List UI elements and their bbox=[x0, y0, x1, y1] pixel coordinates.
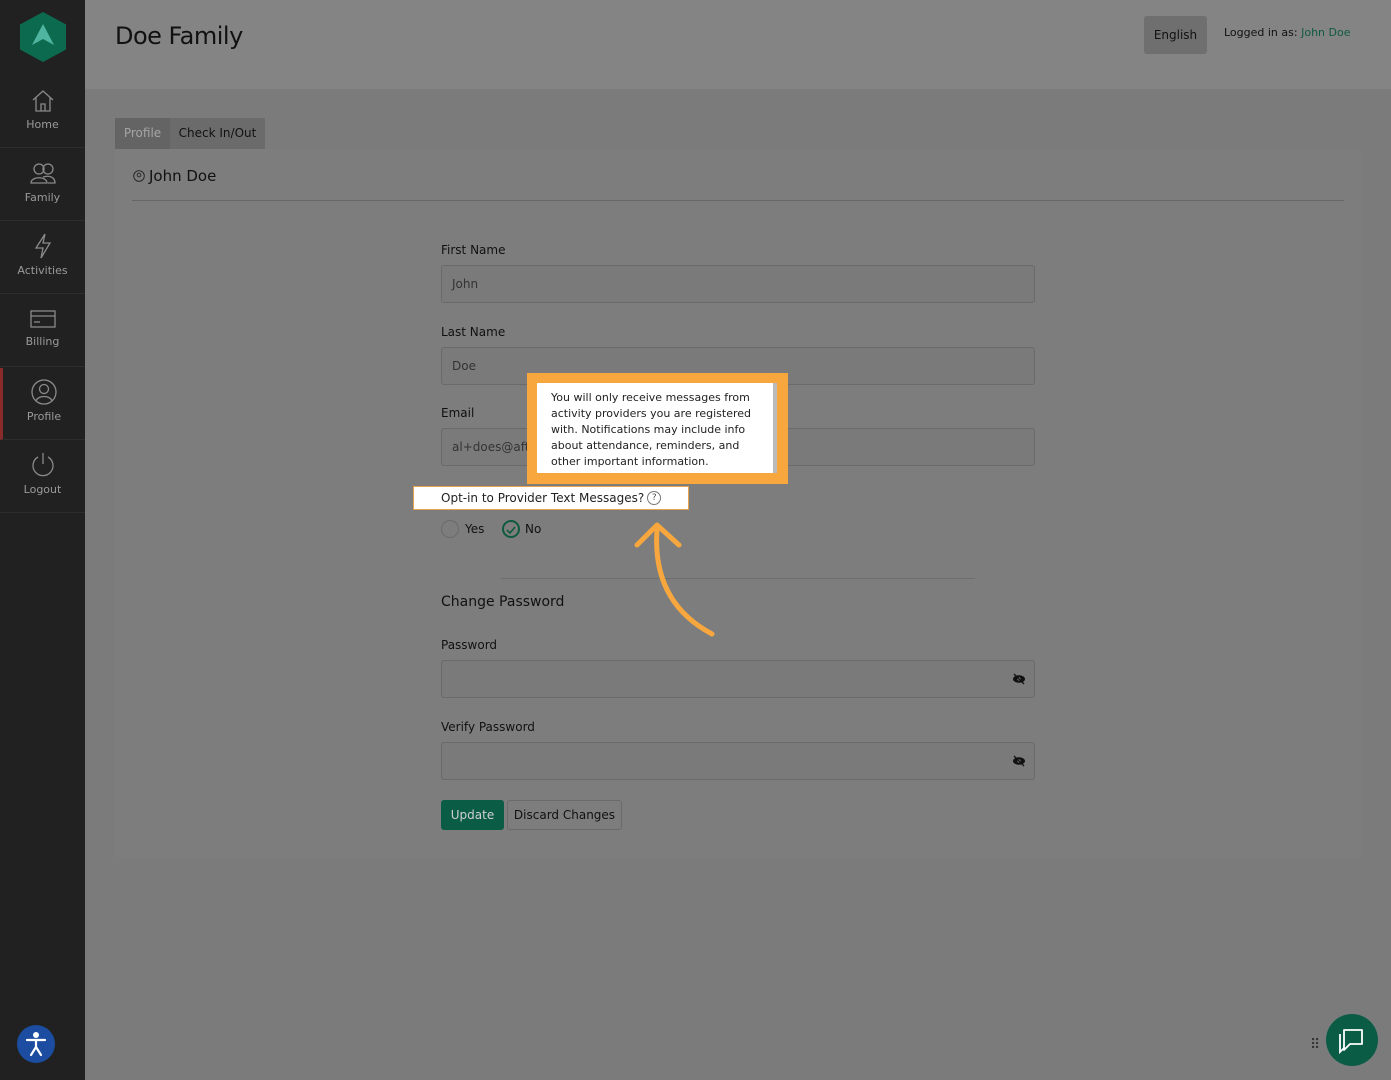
email-label: Email bbox=[441, 406, 475, 420]
nav-profile-label: Profile bbox=[26, 410, 62, 423]
nav-billing-label: Billing bbox=[25, 335, 60, 348]
lightning-icon bbox=[34, 233, 51, 259]
eye-slash-icon[interactable] bbox=[1012, 755, 1026, 767]
annotation-arrow-icon bbox=[634, 522, 715, 637]
logged-in-prefix: Logged in as: bbox=[1224, 26, 1298, 39]
password-field[interactable] bbox=[441, 660, 1035, 698]
nav-family-label: Family bbox=[24, 191, 61, 204]
nav-logout[interactable]: Logout bbox=[0, 441, 85, 513]
chat-icon bbox=[1339, 1029, 1363, 1055]
opt-in-label-highlight: Opt-in to Provider Text Messages?? bbox=[413, 486, 689, 510]
profile-card: John Doe First Name John Last Name Doe E… bbox=[115, 149, 1361, 857]
verify-password-label: Verify Password bbox=[441, 720, 535, 734]
check-icon bbox=[506, 526, 516, 535]
family-icon bbox=[29, 163, 56, 184]
opt-in-yes-label: Yes bbox=[465, 522, 485, 536]
opt-in-no-radio[interactable] bbox=[502, 520, 520, 538]
first-name-field[interactable]: John bbox=[441, 265, 1035, 303]
tab-check-in-out[interactable]: Check In/Out bbox=[170, 118, 265, 149]
nav-family[interactable]: Family bbox=[0, 149, 85, 221]
app-logo-icon[interactable] bbox=[20, 12, 66, 62]
sidebar: Home Family Activities Billing Profile L… bbox=[0, 0, 85, 1080]
page-header: Doe Family English Logged in as: John Do… bbox=[85, 0, 1391, 89]
eye-slash-icon[interactable] bbox=[1012, 673, 1026, 685]
password-label: Password bbox=[441, 638, 498, 652]
first-name-label: First Name bbox=[441, 243, 506, 257]
chat-button[interactable] bbox=[1326, 1014, 1378, 1066]
change-password-title: Change Password bbox=[441, 594, 565, 610]
tab-profile[interactable]: Profile bbox=[115, 118, 170, 149]
logged-in-status: Logged in as: John Doe bbox=[1224, 26, 1350, 39]
nav-activities-label: Activities bbox=[17, 264, 68, 277]
credit-card-icon bbox=[29, 310, 56, 328]
nav-profile[interactable]: Profile bbox=[0, 368, 85, 440]
accessibility-icon bbox=[25, 1032, 47, 1057]
power-icon bbox=[31, 453, 54, 477]
nav-billing[interactable]: Billing bbox=[0, 295, 85, 367]
section-divider bbox=[501, 578, 975, 579]
page-title: Doe Family bbox=[115, 22, 243, 50]
drag-handle-icon[interactable]: ⠿ bbox=[1310, 1037, 1320, 1053]
card-title: John Doe bbox=[133, 167, 216, 185]
tooltip: You will only receive messages from acti… bbox=[537, 383, 777, 473]
home-icon bbox=[32, 90, 53, 112]
discard-changes-button[interactable]: Discard Changes bbox=[507, 800, 622, 830]
user-circle-icon bbox=[31, 379, 57, 405]
opt-in-yes-radio[interactable] bbox=[441, 520, 459, 538]
opt-in-label: Opt-in to Provider Text Messages? bbox=[441, 491, 645, 505]
update-button[interactable]: Update bbox=[441, 800, 504, 830]
verify-password-field[interactable] bbox=[441, 742, 1035, 780]
card-title-text: John Doe bbox=[149, 167, 217, 185]
accessibility-button[interactable] bbox=[17, 1025, 55, 1063]
nav-logout-label: Logout bbox=[23, 483, 62, 496]
help-icon[interactable]: ? bbox=[647, 491, 662, 505]
nav-activities[interactable]: Activities bbox=[0, 222, 85, 294]
nav-home[interactable]: Home bbox=[0, 76, 85, 148]
language-button[interactable]: English bbox=[1144, 16, 1207, 54]
tooltip-highlight: You will only receive messages from acti… bbox=[527, 373, 788, 484]
nav-home-label: Home bbox=[26, 118, 59, 131]
opt-in-no-label: No bbox=[525, 522, 542, 536]
last-name-label: Last Name bbox=[441, 325, 506, 339]
logged-in-user-link[interactable]: John Doe bbox=[1301, 26, 1350, 39]
user-icon bbox=[133, 170, 145, 182]
divider bbox=[132, 200, 1344, 201]
